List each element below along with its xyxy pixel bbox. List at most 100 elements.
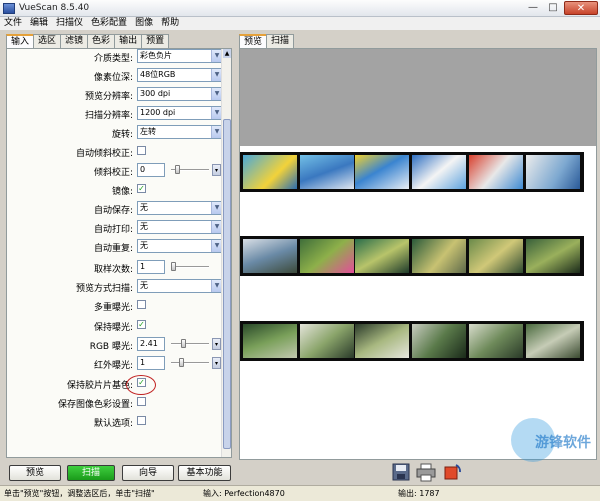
setting-row: 自动保存: 无 ▼ xyxy=(7,199,223,218)
setting-row: 预览方式扫描: 无 ▼ xyxy=(7,277,223,296)
setting-label: 介质类型: xyxy=(93,54,133,64)
window-title: VueScan 8.5.40 xyxy=(19,3,90,13)
setting-label: 自动保存: xyxy=(93,206,133,216)
film-frame xyxy=(412,239,466,273)
ir-exposure-input[interactable]: 1 xyxy=(137,356,165,370)
setting-label: 自动打印: xyxy=(93,225,133,235)
setting-label: 自动倾斜校正: xyxy=(75,149,133,159)
left-tab-bar: 输入 选区 滤镜 色彩 输出 预置 xyxy=(6,34,170,49)
tab-crop[interactable]: 选区 xyxy=(33,34,62,48)
setting-row: RGB 曝光: 2.41 ▾ xyxy=(7,335,221,354)
app-icon xyxy=(3,3,15,14)
auto-print-select[interactable]: 无 ▼ xyxy=(137,220,223,234)
menu-scanner[interactable]: 扫描仪 xyxy=(56,17,83,30)
film-frame xyxy=(526,324,580,358)
tab-filter[interactable]: 滤镜 xyxy=(60,34,89,48)
settings-scrollbar[interactable]: ▲ xyxy=(221,49,231,457)
film-frame xyxy=(300,155,354,189)
skew-slider[interactable] xyxy=(171,165,209,174)
select-value: 48位RGB xyxy=(140,70,176,79)
setting-label: 旋转: xyxy=(111,130,133,140)
setting-row: 自动重复: 无 ▼ xyxy=(7,237,223,256)
film-frame xyxy=(526,239,580,273)
auto-skew-checkbox[interactable] xyxy=(137,146,146,155)
spin-icon[interactable]: ▾ xyxy=(212,164,221,176)
close-icon[interactable]: ✕ xyxy=(564,1,598,15)
menu-edit[interactable]: 编辑 xyxy=(30,17,48,30)
status-output: 输出: 1787 xyxy=(398,489,440,498)
save-image-color-checkbox[interactable] xyxy=(137,397,146,406)
bit-depth-select[interactable]: 48位RGB ▼ xyxy=(137,68,223,82)
title-bar: VueScan 8.5.40 — □ ✕ xyxy=(0,0,600,17)
slider-handle[interactable] xyxy=(181,339,186,348)
wizard-button[interactable]: 向导 xyxy=(122,465,174,481)
select-value: 左转 xyxy=(140,127,156,136)
select-value: 无 xyxy=(140,241,148,250)
rgb-exposure-slider[interactable] xyxy=(171,339,209,348)
menu-image[interactable]: 图像 xyxy=(135,17,153,30)
passes-slider[interactable] xyxy=(171,262,209,271)
menu-file[interactable]: 文件 xyxy=(4,17,22,30)
film-strip[interactable] xyxy=(240,236,584,276)
auto-repeat-select[interactable]: 无 ▼ xyxy=(137,239,223,253)
preview-scan-mode-select[interactable]: 无 ▼ xyxy=(137,279,223,293)
film-frame xyxy=(243,239,297,273)
film-frame xyxy=(355,239,409,273)
slider-handle[interactable] xyxy=(171,262,176,271)
setting-row: 预览分辨率: 300 dpi ▼ xyxy=(7,85,223,104)
select-value: 无 xyxy=(140,281,148,290)
rotate-icon[interactable] xyxy=(442,462,462,482)
film-strip[interactable] xyxy=(240,321,584,361)
setting-row: 红外曝光: 1 ▾ xyxy=(7,354,221,373)
tab-color[interactable]: 色彩 xyxy=(87,34,116,48)
slider-handle[interactable] xyxy=(175,165,180,174)
scroll-up-icon[interactable]: ▲ xyxy=(223,49,231,58)
ir-exposure-slider[interactable] xyxy=(171,358,209,367)
film-frame xyxy=(300,239,354,273)
film-frame xyxy=(469,155,523,189)
media-type-select[interactable]: 彩色负片 ▼ xyxy=(137,49,223,63)
auto-save-select[interactable]: 无 ▼ xyxy=(137,201,223,215)
slider-handle[interactable] xyxy=(179,358,184,367)
select-value: 彩色负片 xyxy=(140,51,172,60)
film-frame xyxy=(526,155,580,189)
film-frame xyxy=(469,239,523,273)
scan-resolution-select[interactable]: 1200 dpi ▼ xyxy=(137,106,223,120)
menu-color-profile[interactable]: 色彩配置 xyxy=(91,17,127,30)
tab-scan[interactable]: 扫描 xyxy=(266,34,295,48)
setting-row: 保持胶片片基色: ✓ xyxy=(7,374,221,393)
setting-label: 镜像: xyxy=(111,187,133,197)
menu-help[interactable]: 帮助 xyxy=(161,17,179,30)
preview-button[interactable]: 预览 xyxy=(9,465,61,481)
multi-exposure-checkbox[interactable] xyxy=(137,300,146,309)
minimize-icon[interactable]: — xyxy=(524,1,542,15)
status-hint: 单击"预览"按钮，调整选区后，单击"扫描" xyxy=(4,489,155,498)
watermark: 游锋软件 xyxy=(511,408,596,478)
setting-label: 保持胶片片基色: xyxy=(66,381,133,391)
save-icon[interactable] xyxy=(392,462,410,482)
preview-resolution-select[interactable]: 300 dpi ▼ xyxy=(137,87,223,101)
tab-preview[interactable]: 预览 xyxy=(239,34,268,49)
default-options-checkbox[interactable] xyxy=(137,416,146,425)
passes-input[interactable]: 1 xyxy=(137,260,165,274)
spin-icon[interactable]: ▾ xyxy=(212,338,221,350)
maximize-icon[interactable]: □ xyxy=(544,1,562,15)
settings-panel: 介质类型: 彩色负片 ▼ 像素位深: 48位RGB ▼ 预览分辨率: 300 dpi… xyxy=(6,48,232,458)
tab-prefs[interactable]: 预置 xyxy=(141,34,170,48)
basic-mode-button[interactable]: 基本功能 xyxy=(178,465,231,481)
setting-row: 自动倾斜校正: xyxy=(7,142,221,161)
lock-exposure-checkbox[interactable]: ✓ xyxy=(137,320,146,329)
rotation-select[interactable]: 左转 ▼ xyxy=(137,125,223,139)
scrollbar-thumb[interactable] xyxy=(223,119,231,449)
skew-value-input[interactable]: 0 xyxy=(137,163,165,177)
mirror-checkbox[interactable]: ✓ xyxy=(137,184,146,193)
setting-row: 旋转: 左转 ▼ xyxy=(7,123,223,142)
preview-empty-area xyxy=(240,49,596,146)
rgb-exposure-input[interactable]: 2.41 xyxy=(137,337,165,351)
scan-button[interactable]: 扫描 xyxy=(67,465,115,481)
tab-output[interactable]: 输出 xyxy=(114,34,143,48)
print-icon[interactable] xyxy=(416,462,436,482)
film-strip[interactable] xyxy=(240,152,584,192)
spin-icon[interactable]: ▾ xyxy=(212,357,221,369)
film-frame xyxy=(412,324,466,358)
